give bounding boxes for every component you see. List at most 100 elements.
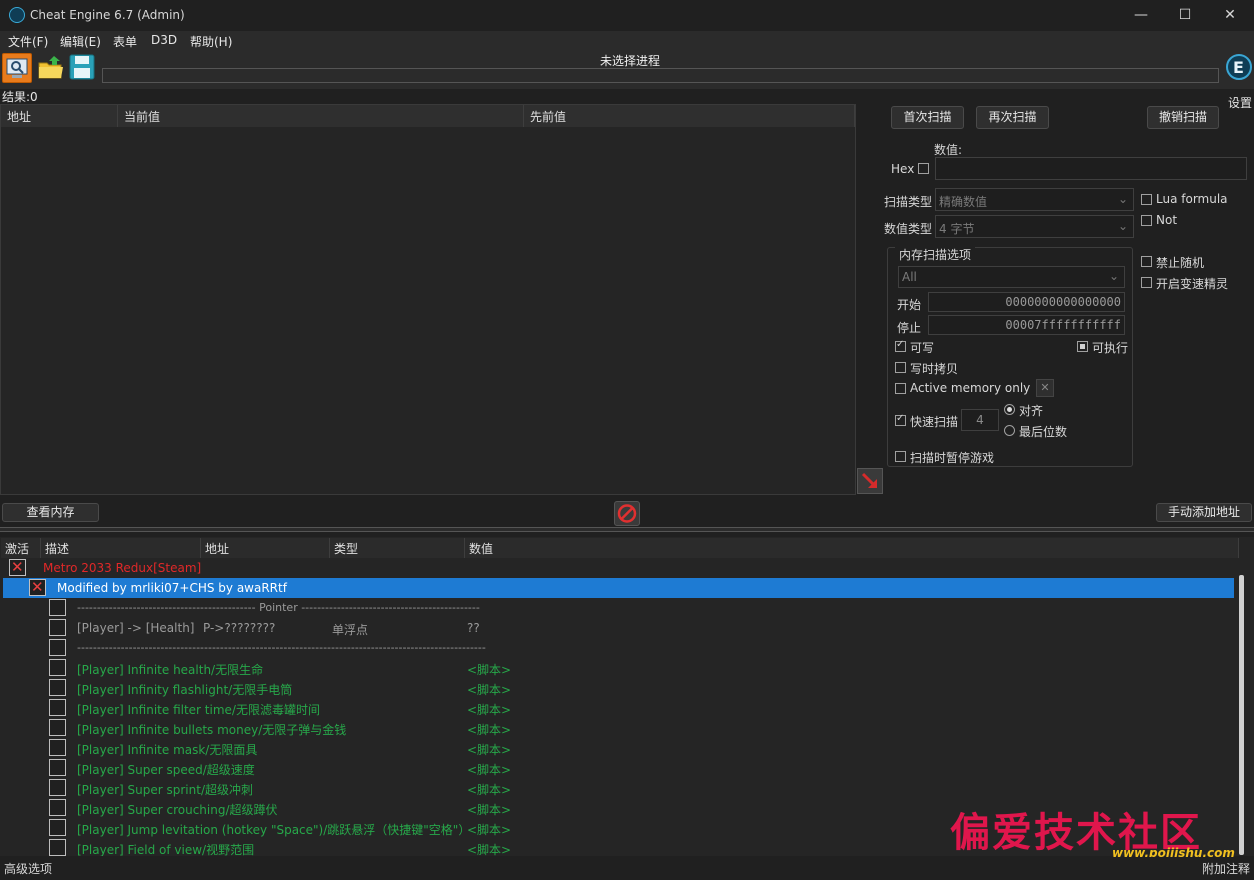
active-memory-label: Active memory only <box>910 381 1031 395</box>
scan-type-value: 精确数值 <box>939 195 988 209</box>
not-label: Not <box>1156 213 1178 227</box>
table-row[interactable]: [Player] Infinity flashlight/无限手电筒 <脚本> <box>0 678 1236 698</box>
speedhack-label: 开启变速精灵 <box>1156 277 1229 291</box>
column-value[interactable]: 数值 <box>465 538 1239 558</box>
x-mark-icon: ✕ <box>31 578 44 596</box>
activate-checkbox[interactable]: ✕ <box>29 578 46 596</box>
advanced-options-button[interactable]: 高级选项 <box>4 860 52 877</box>
activate-checkbox[interactable] <box>49 679 66 696</box>
writable-checkbox[interactable] <box>895 339 906 352</box>
entry-description: [Player] Super sprint/超级冲刺 <box>77 783 253 797</box>
table-row[interactable]: [Player] Super speed/超级速度 <脚本> <box>0 758 1236 778</box>
cheat-engine-logo-icon[interactable]: E <box>1225 53 1253 85</box>
entry-description: [Player] Super crouching/超级蹲伏 <box>77 803 278 817</box>
minimize-button[interactable]: — <box>1118 0 1164 31</box>
activate-checkbox[interactable] <box>49 699 66 716</box>
scan-type-select[interactable]: 精确数值 ⌄ <box>935 188 1134 211</box>
maximize-button[interactable]: ☐ <box>1162 0 1208 31</box>
activate-checkbox[interactable] <box>49 779 66 796</box>
not-checkbox[interactable] <box>1141 215 1152 226</box>
activate-checkbox[interactable] <box>49 839 66 856</box>
table-row[interactable]: [Player] -> [Health] P->???????? 单浮点 ?? <box>0 618 1236 638</box>
menu-edit[interactable]: 编辑(E) <box>60 33 101 50</box>
table-row[interactable]: [Player] Super sprint/超级冲刺 <脚本> <box>0 778 1236 798</box>
add-to-list-button[interactable] <box>857 468 883 494</box>
fast-scan-checkbox[interactable] <box>895 413 906 426</box>
activate-checkbox[interactable] <box>49 739 66 756</box>
hex-checkbox[interactable] <box>918 163 929 174</box>
stop-button[interactable] <box>614 501 640 526</box>
activate-checkbox[interactable] <box>49 719 66 736</box>
value-input[interactable] <box>935 157 1247 180</box>
memory-region-select[interactable]: All ⌄ <box>898 266 1125 288</box>
menu-help[interactable]: 帮助(H) <box>190 33 232 50</box>
align-radio[interactable] <box>1004 404 1015 415</box>
open-process-button[interactable] <box>2 53 32 83</box>
fast-scan-alignment-input[interactable]: 4 <box>961 409 999 431</box>
last-digits-radio[interactable] <box>1004 425 1015 436</box>
hex-label: Hex <box>891 162 915 176</box>
next-scan-button[interactable]: 再次扫描 <box>976 106 1049 129</box>
entry-value: <脚本> <box>467 843 512 856</box>
column-active[interactable]: 激活 <box>1 538 41 558</box>
column-previous-value[interactable]: 先前值 <box>524 105 855 127</box>
clear-icon[interactable]: ✕ <box>1036 379 1054 397</box>
disable-random-checkbox[interactable] <box>1141 256 1152 267</box>
activate-checkbox[interactable] <box>49 619 66 636</box>
undo-scan-button[interactable]: 撤销扫描 <box>1147 106 1219 129</box>
table-row[interactable]: ✕ Metro 2033 Redux[Steam] <box>0 558 1236 578</box>
first-scan-button[interactable]: 首次扫描 <box>891 106 964 129</box>
value-type-select[interactable]: 4 字节 ⌄ <box>935 215 1134 238</box>
active-memory-checkbox[interactable] <box>895 383 906 394</box>
activate-checkbox[interactable] <box>49 799 66 816</box>
entry-description: [Player] Jump levitation (hotkey "Space"… <box>77 823 471 837</box>
menu-file[interactable]: 文件(F) <box>8 33 48 50</box>
activate-checkbox[interactable] <box>49 599 66 616</box>
pause-game-label: 扫描时暂停游戏 <box>910 451 995 465</box>
add-address-manually-button[interactable]: 手动添加地址 <box>1156 503 1252 522</box>
save-button[interactable] <box>68 53 98 83</box>
activate-checkbox[interactable] <box>49 819 66 836</box>
process-label: 未选择进程 <box>599 54 660 68</box>
last-digits-label: 最后位数 <box>1019 425 1068 439</box>
scan-results-list[interactable] <box>0 104 856 495</box>
align-label: 对齐 <box>1019 404 1044 418</box>
open-file-button[interactable] <box>36 53 66 83</box>
entry-value: <脚本> <box>467 703 512 717</box>
table-row[interactable]: ----------------------------------------… <box>0 598 1236 618</box>
activate-checkbox[interactable] <box>49 759 66 776</box>
table-extras-button[interactable]: 附加注释 <box>1202 860 1250 877</box>
table-row[interactable]: ----------------------------------------… <box>0 638 1236 658</box>
column-current-value[interactable]: 当前值 <box>118 105 524 127</box>
menu-table[interactable]: 表单 <box>113 33 137 50</box>
menu-d3d[interactable]: D3D <box>151 33 177 47</box>
entry-address: P->???????? <box>203 621 276 635</box>
activate-checkbox[interactable] <box>49 639 66 656</box>
cheat-engine-app-icon <box>9 7 25 23</box>
pause-game-checkbox[interactable] <box>895 451 906 462</box>
panel-splitter[interactable] <box>0 527 1254 532</box>
table-row[interactable]: ✕ Modified by mrliki07+CHS by awaRRtf <box>3 578 1234 598</box>
copy-on-write-checkbox[interactable] <box>895 362 906 373</box>
column-address[interactable]: 地址 <box>201 538 330 558</box>
memory-view-button[interactable]: 查看内存 <box>2 503 99 522</box>
column-description[interactable]: 描述 <box>41 538 201 558</box>
column-type[interactable]: 类型 <box>330 538 465 558</box>
speedhack-checkbox[interactable] <box>1141 277 1152 288</box>
executable-checkbox[interactable] <box>1077 341 1088 352</box>
column-address[interactable]: 地址 <box>1 105 118 127</box>
table-scrollbar[interactable] <box>1239 575 1244 855</box>
close-button[interactable]: ✕ <box>1207 0 1253 31</box>
settings-label[interactable]: 设置 <box>1228 94 1252 111</box>
lua-formula-checkbox[interactable] <box>1141 194 1152 205</box>
table-row[interactable]: [Player] Infinite health/无限生命 <脚本> <box>0 658 1236 678</box>
table-row[interactable]: [Player] Infinite mask/无限面具 <脚本> <box>0 738 1236 758</box>
table-row[interactable]: [Player] Infinite bullets money/无限子弹与金钱 … <box>0 718 1236 738</box>
start-address-input[interactable]: 0000000000000000 <box>928 292 1125 312</box>
stop-address-input[interactable]: 00007fffffffffff <box>928 315 1125 335</box>
activate-checkbox[interactable] <box>49 659 66 676</box>
activate-checkbox[interactable]: ✕ <box>9 558 26 576</box>
entry-description: [Player] Field of view/视野范围 <box>77 843 255 856</box>
entry-value: <脚本> <box>467 823 512 837</box>
table-row[interactable]: [Player] Infinite filter time/无限滤毒罐时间 <脚… <box>0 698 1236 718</box>
